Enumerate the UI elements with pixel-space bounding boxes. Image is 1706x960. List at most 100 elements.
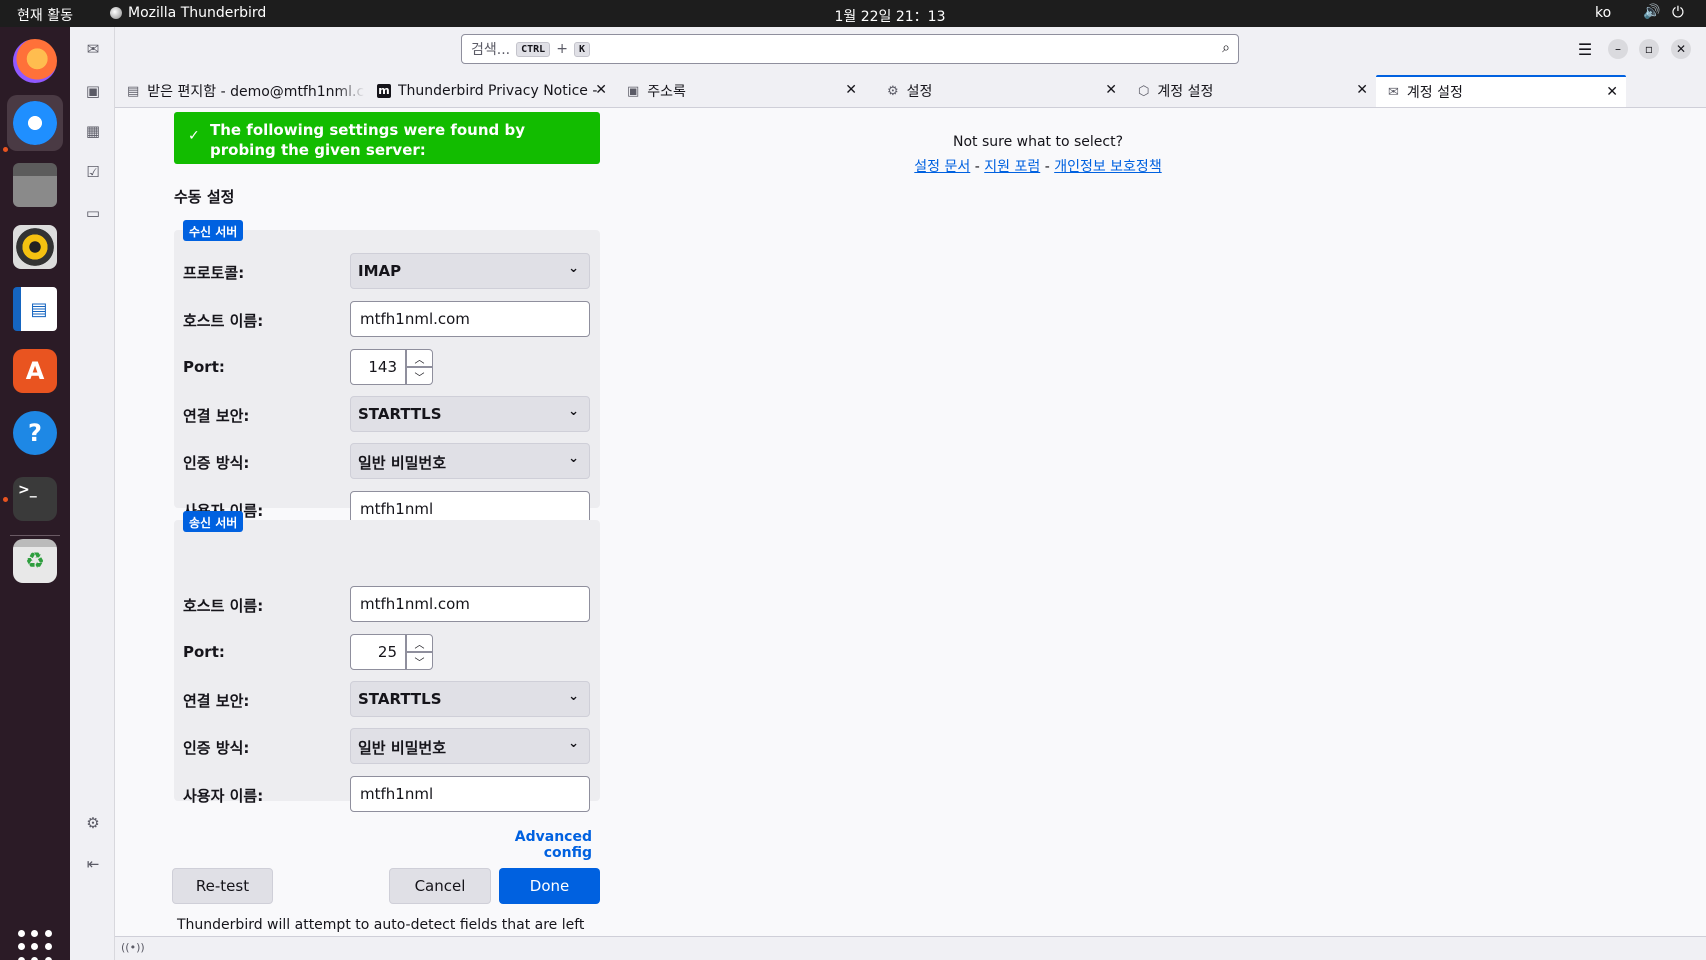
account-icon: ⬡ (1138, 83, 1150, 99)
collapse-spaces-icon[interactable]: ⇤ (81, 852, 105, 876)
outgoing-username-input[interactable]: mtfh1nml (350, 776, 590, 812)
dock-trash[interactable]: ♻ (7, 533, 63, 589)
tab-account-settings[interactable]: ⬡ 계정 설정 ✕ (1126, 75, 1376, 107)
outgoing-auth-select[interactable]: 일반 비밀번호 ⌄ (350, 728, 590, 764)
outgoing-port-input[interactable]: 25 (350, 634, 406, 670)
setup-docs-link[interactable]: 설정 문서 (914, 159, 970, 175)
incoming-auth-value: 일반 비밀번호 (358, 454, 447, 472)
outgoing-auth-value: 일반 비밀번호 (358, 739, 447, 757)
dock-help[interactable]: ? (7, 405, 63, 461)
help-links: 설정 문서 - 지원 포럼 - 개인정보 보호정책 (798, 156, 1278, 176)
chat-space-icon[interactable]: ▭ (81, 201, 105, 225)
link-separator: - (974, 159, 980, 175)
clock[interactable]: 1월 22일 21：13 (0, 6, 1706, 26)
chevron-down-icon: ⌄ (568, 404, 579, 419)
port-up-icon[interactable]: ︿ (406, 634, 433, 652)
status-bar: ((•)) (115, 936, 1706, 960)
help-question: Not sure what to select? (952, 134, 1124, 150)
tab-settings[interactable]: ⚙ 설정 ✕ (875, 75, 1125, 107)
dock-app-center[interactable]: A (7, 343, 63, 399)
incoming-security-value: STARTTLS (358, 405, 442, 423)
running-indicator (3, 147, 8, 152)
dock-rhythmbox[interactable] (7, 219, 63, 275)
spaces-toolbar: ✉ ▣ ▦ ☑ ▭ ⚙ ⇤ (70, 27, 115, 960)
dock-files[interactable] (7, 157, 63, 213)
outgoing-host-label: 호스트 이름: (183, 597, 264, 615)
cancel-button[interactable]: Cancel (389, 868, 491, 904)
tab-label: 주소록 (647, 84, 686, 100)
incoming-port-input[interactable]: 143 (350, 349, 406, 385)
tab-address-book[interactable]: ▣ 주소록 ✕ (615, 75, 865, 107)
title-bar: 검색... CTRL + K ⌕ ☰ – ▫ ✕ (115, 27, 1706, 71)
calendar-space-icon[interactable]: ▦ (81, 119, 105, 143)
gear-icon: ⚙ (887, 83, 899, 99)
outgoing-host-input[interactable]: mtfh1nml.com (350, 586, 590, 622)
outgoing-security-value: STARTTLS (358, 690, 442, 708)
online-status-icon[interactable]: ((•)) (121, 941, 145, 954)
global-search-input[interactable]: 검색... CTRL + K ⌕ (461, 34, 1239, 64)
power-icon[interactable]: ⏻ (1672, 3, 1684, 21)
tab-label: 설정 (906, 84, 933, 100)
outgoing-security-select[interactable]: STARTTLS ⌄ (350, 681, 590, 717)
outgoing-port-label: Port: (183, 643, 225, 661)
chevron-down-icon: ⌄ (568, 736, 579, 751)
incoming-server-badge: 수신 서버 (183, 220, 244, 241)
auto-detect-note: Thunderbird will attempt to auto-detect … (177, 917, 585, 933)
dock-writer[interactable]: ▤ (7, 281, 63, 337)
port-down-icon[interactable]: ﹀ (406, 367, 433, 385)
minimize-icon[interactable]: – (1608, 39, 1628, 59)
mail-space-icon[interactable]: ✉ (81, 37, 105, 61)
incoming-host-input[interactable]: mtfh1nml.com (350, 301, 590, 337)
tab-inbox[interactable]: ▤ 받은 편지함 - demo@mtfh1nml.c (115, 75, 365, 107)
outgoing-server-badge: 송신 서버 (183, 511, 244, 532)
close-tab-icon[interactable]: ✕ (1105, 82, 1117, 98)
dock: ▤ A ? >_ ♻ (0, 27, 70, 960)
incoming-auth-select[interactable]: 일반 비밀번호 ⌄ (350, 443, 590, 479)
tab-account-setup-selected[interactable]: ✉ 계정 설정 ✕ (1376, 75, 1626, 107)
tab-privacy-notice[interactable]: m Thunderbird Privacy Notice - ✕ (365, 75, 615, 107)
advanced-config-link[interactable]: Advanced config (476, 829, 592, 861)
port-up-icon[interactable]: ︿ (406, 349, 433, 367)
port-down-icon[interactable]: ﹀ (406, 652, 433, 670)
incoming-port-stepper[interactable]: 143 ︿ ﹀ (350, 349, 434, 385)
running-indicator (3, 497, 8, 502)
done-button[interactable]: Done (499, 868, 600, 904)
shortcut-ctrl: CTRL (516, 41, 551, 57)
writer-icon: ▤ (13, 287, 57, 331)
firefox-icon (13, 39, 57, 83)
language-indicator[interactable]: ko (1595, 5, 1611, 21)
incoming-security-select[interactable]: STARTTLS ⌄ (350, 396, 590, 432)
chevron-down-icon: ⌄ (568, 689, 579, 704)
privacy-policy-link[interactable]: 개인정보 보호정책 (1054, 159, 1162, 175)
support-forum-link[interactable]: 지원 포럼 (984, 159, 1040, 175)
tasks-space-icon[interactable]: ☑ (81, 160, 105, 184)
chevron-down-icon: ⌄ (568, 261, 579, 276)
success-text: The following settings were found by pro… (210, 121, 525, 159)
app-menu-icon[interactable]: ☰ (1575, 39, 1595, 59)
close-window-icon[interactable]: ✕ (1671, 39, 1691, 59)
shortcut-k: K (573, 41, 590, 57)
close-tab-icon[interactable]: ✕ (1606, 84, 1618, 100)
close-tab-icon[interactable]: ✕ (1356, 82, 1368, 98)
show-apps-icon[interactable] (18, 930, 52, 960)
outgoing-auth-label: 인증 방식: (183, 739, 250, 757)
search-icon[interactable]: ⌕ (1222, 40, 1230, 56)
close-tab-icon[interactable]: ✕ (595, 82, 607, 98)
account-setup-page: ✓ The following settings were found by p… (115, 108, 1706, 936)
inbox-icon: ▤ (127, 83, 140, 99)
retest-button[interactable]: Re-test (172, 868, 273, 904)
dock-terminal[interactable]: >_ (7, 471, 63, 527)
account-setup-icon: ✉ (1388, 84, 1399, 100)
outgoing-port-stepper[interactable]: 25 ︿ ﹀ (350, 634, 434, 670)
incoming-host-label: 호스트 이름: (183, 312, 264, 330)
address-book-space-icon[interactable]: ▣ (81, 79, 105, 103)
incoming-protocol-select[interactable]: IMAP ⌄ (350, 253, 590, 289)
settings-space-icon[interactable]: ⚙ (81, 811, 105, 835)
dock-thunderbird[interactable] (7, 95, 63, 151)
volume-icon[interactable]: 🔊 (1643, 4, 1660, 20)
close-tab-icon[interactable]: ✕ (845, 82, 857, 98)
dock-firefox[interactable] (7, 33, 63, 89)
maximize-icon[interactable]: ▫ (1639, 39, 1659, 59)
rhythmbox-icon (13, 225, 57, 269)
help-icon: ? (13, 411, 57, 455)
